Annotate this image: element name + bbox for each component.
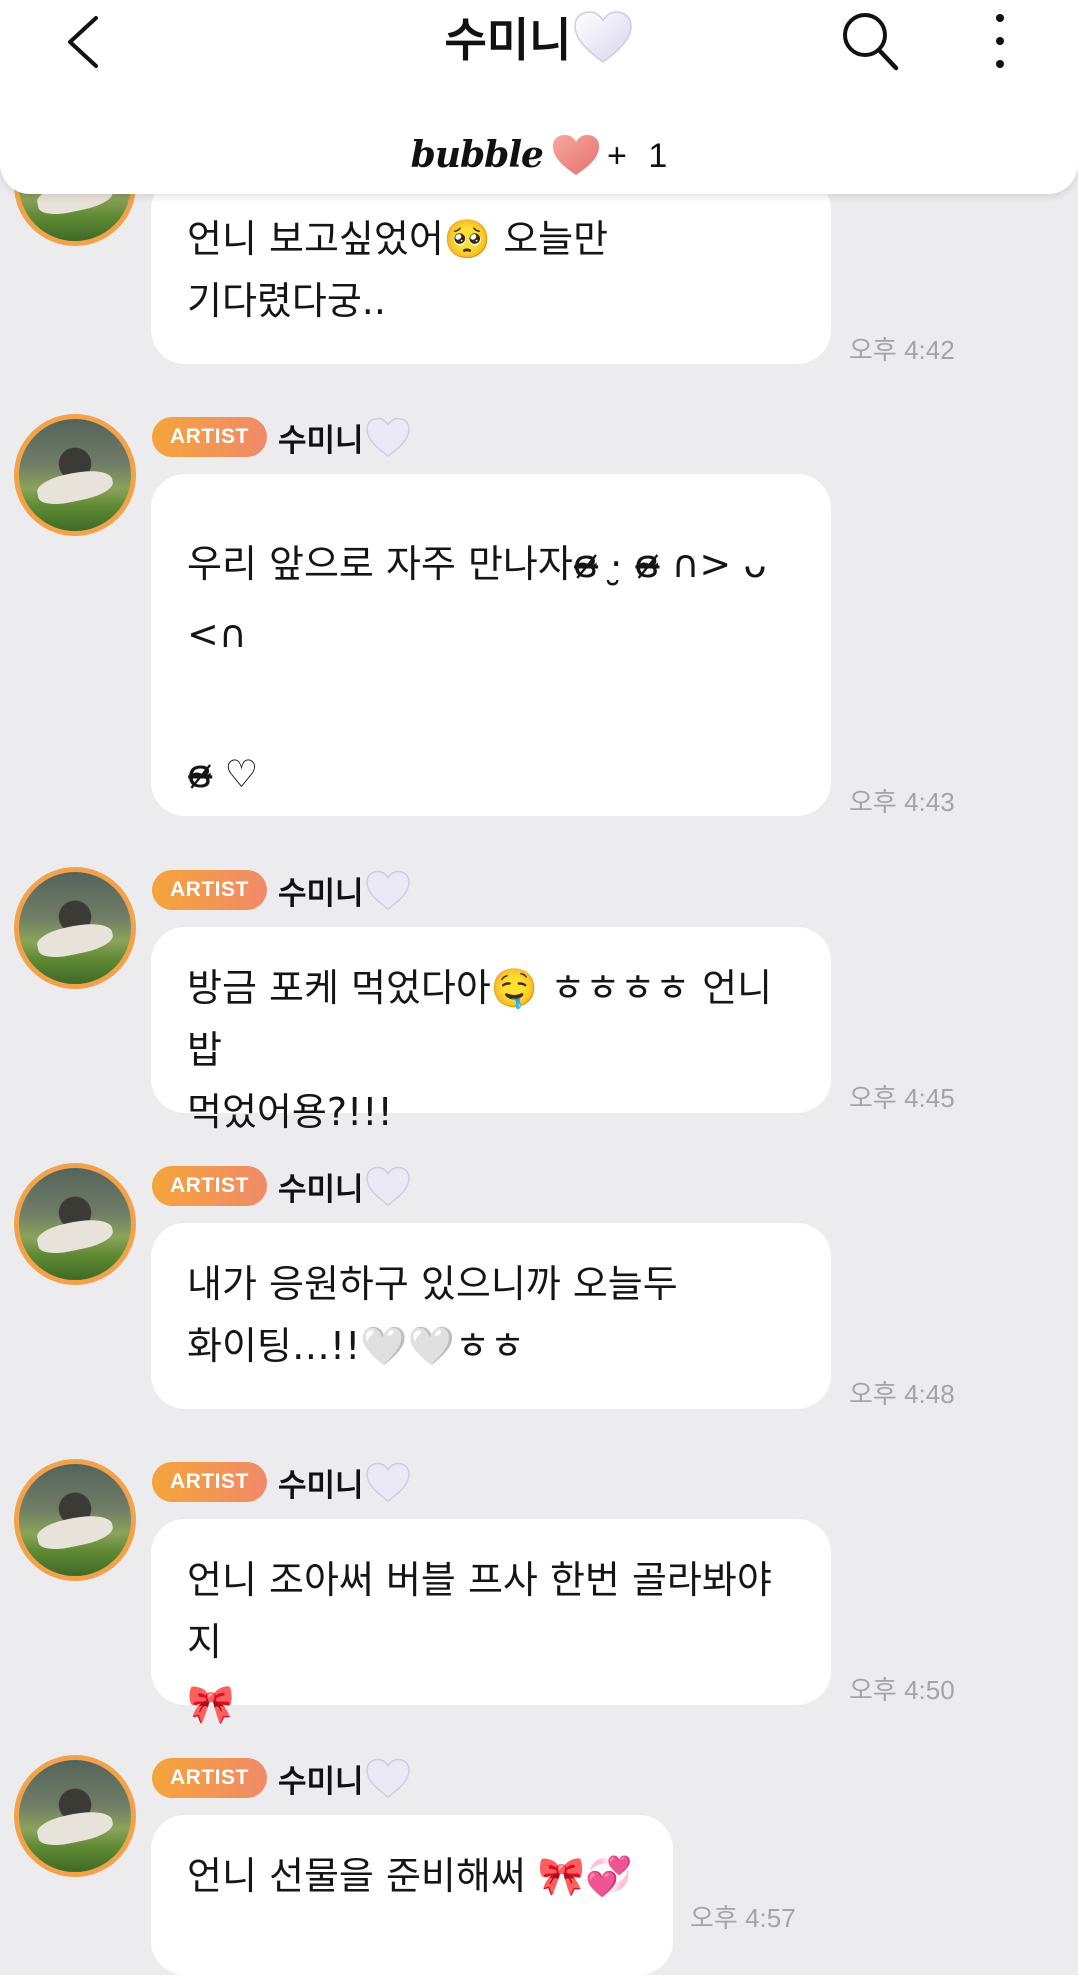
chat-title-text: 수미니: [444, 13, 572, 67]
artist-badge: ARTIST: [152, 870, 267, 910]
artist-avatar[interactable]: [14, 414, 136, 536]
sender-name-text: 수미니: [278, 423, 364, 459]
artist-badge: ARTIST: [152, 1166, 267, 1206]
message-time: 오후 4:50: [849, 1675, 955, 1705]
message-bubble[interactable]: 우리 앞으로 자주 만나자ɞ̴̶̷ ·̮ ɞ̴̶̷ ∩> ᴗ <∩ ɞ̴̶̷ ♡: [151, 474, 831, 816]
more-options-button[interactable]: [980, 8, 1020, 74]
message-bubble[interactable]: 언니 보고싶었어🥺 오늘만 기다렸다궁..: [151, 176, 831, 364]
sender-name: 수미니: [278, 870, 411, 922]
search-button[interactable]: [838, 8, 904, 74]
bubble-subscription-bar[interactable]: bubble + 1: [0, 130, 1078, 180]
artist-avatar[interactable]: [14, 1163, 136, 1285]
sender-name-text: 수미니: [278, 876, 364, 912]
sender-name: 수미니: [278, 417, 411, 469]
message-time: 오후 4:48: [849, 1379, 955, 1409]
message-bubble[interactable]: 언니 조아써 버블 프사 한번 골라봐야지 🎀: [151, 1519, 831, 1726]
artist-avatar[interactable]: [14, 867, 136, 989]
message-bubble[interactable]: 언니 선물을 준비해써 🎀💞: [151, 1815, 673, 1975]
search-icon: [843, 13, 899, 71]
bubble-logo: bubble: [410, 134, 544, 176]
chat-header: 수미니 bubble + 1: [0, 0, 1078, 194]
pink-heart-icon: [551, 133, 601, 191]
message-bubble[interactable]: 내가 응원하구 있으니까 오늘두 화이팅…!!🤍🤍ㅎㅎ: [151, 1223, 831, 1409]
artist-badge: ARTIST: [152, 1758, 267, 1798]
sender-name: 수미니: [278, 1758, 411, 1810]
message-time: 오후 4:45: [849, 1083, 955, 1113]
white-heart-icon: [365, 870, 411, 922]
white-heart-icon: [365, 1758, 411, 1810]
bubble-count: 1: [648, 137, 668, 175]
artist-avatar[interactable]: [14, 1459, 136, 1581]
white-heart-icon: [365, 1166, 411, 1218]
sender-name: 수미니: [278, 1166, 411, 1218]
artist-badge: ARTIST: [152, 1462, 267, 1502]
white-heart-icon: [365, 1462, 411, 1514]
sender-name-text: 수미니: [278, 1468, 364, 1504]
message-time: 오후 4:42: [849, 335, 955, 365]
bubble-plus: +: [606, 137, 627, 175]
sender-name-text: 수미니: [278, 1172, 364, 1208]
artist-avatar[interactable]: [14, 1755, 136, 1877]
white-heart-icon: [365, 417, 411, 469]
message-bubble[interactable]: 방금 포케 먹었다아🤤 ㅎㅎㅎㅎ 언니 밥 먹었어용?!!!: [151, 927, 831, 1134]
chat-title: 수미니: [0, 8, 1078, 82]
message-time: 오후 4:43: [849, 787, 955, 817]
sender-name: 수미니: [278, 1462, 411, 1514]
sender-name-text: 수미니: [278, 1764, 364, 1800]
more-vertical-icon: [996, 14, 1004, 68]
artist-badge: ARTIST: [152, 417, 267, 457]
white-heart-icon: [573, 10, 633, 82]
